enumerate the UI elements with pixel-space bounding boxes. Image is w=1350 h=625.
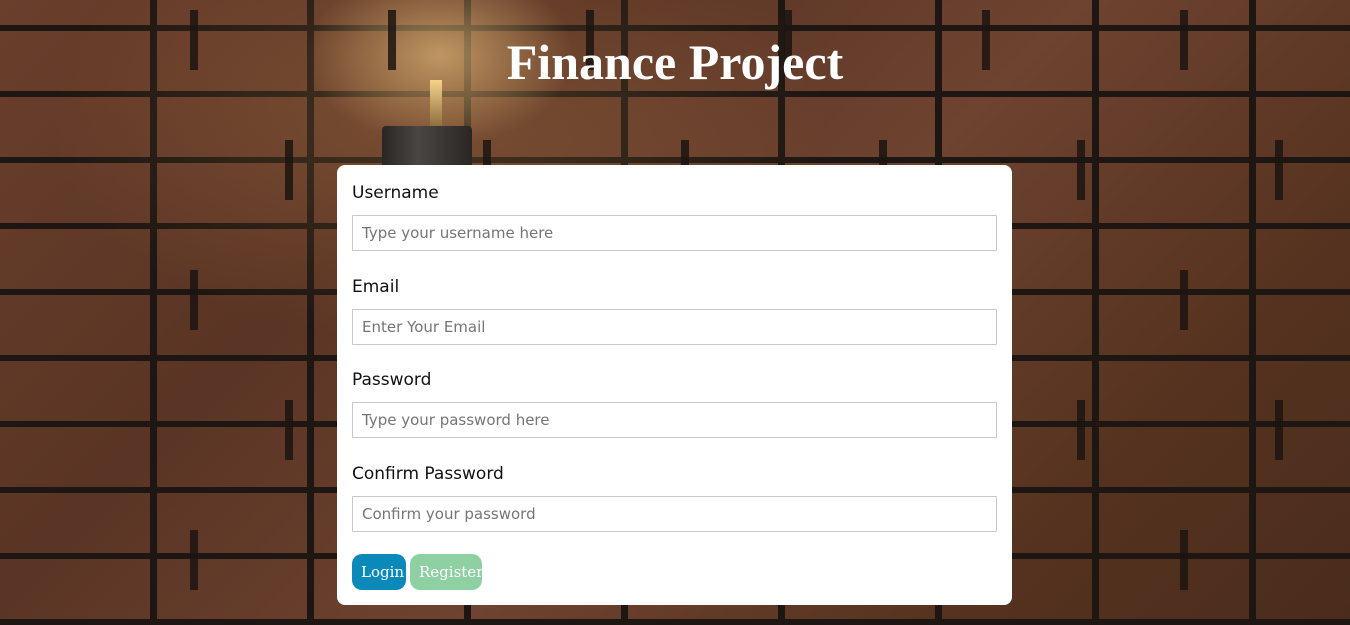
email-label: Email — [352, 277, 400, 297]
register-form: Username Email Password Confirm Password… — [337, 165, 1012, 605]
username-label: Username — [352, 183, 439, 203]
password-input[interactable] — [352, 402, 997, 438]
page-title: Finance Project — [506, 33, 844, 90]
username-input[interactable] — [352, 215, 997, 251]
login-button[interactable]: Login — [352, 554, 406, 590]
email-input[interactable] — [352, 309, 997, 345]
password-label: Password — [352, 370, 432, 390]
register-button[interactable]: Register — [410, 554, 483, 590]
confirm-password-label: Confirm Password — [352, 464, 504, 484]
confirm-password-input[interactable] — [352, 496, 997, 532]
wall-lamp — [382, 126, 472, 166]
